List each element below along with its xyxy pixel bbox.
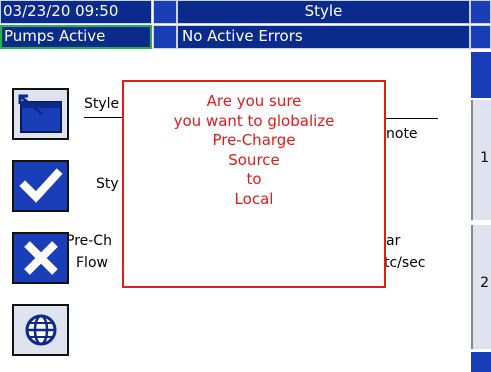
dialog-line-2: you want to globalize	[173, 111, 335, 130]
flow-label: Flow	[76, 255, 108, 271]
cancel-button[interactable]	[12, 232, 69, 284]
dialog-line-3: Pre-Charge	[212, 131, 296, 149]
soft-key-2[interactable]: 2	[471, 225, 491, 349]
style-button[interactable]	[12, 88, 69, 140]
soft-key-1-label: 1	[480, 150, 489, 166]
soft-key-2-label: 2	[480, 275, 489, 291]
x-icon	[23, 241, 58, 275]
soft-key-1[interactable]: 1	[471, 100, 491, 220]
style-field-label: Style	[84, 96, 120, 112]
right-indicator-bottom	[471, 352, 491, 372]
accept-button[interactable]	[12, 160, 69, 212]
globalize-button[interactable]	[12, 304, 69, 356]
dialog-line-6: Local	[234, 189, 274, 208]
dialog-line-5: to	[246, 170, 262, 188]
dialog-line-4: Source	[228, 150, 280, 169]
right-indicator	[471, 52, 491, 98]
style-edit-icon	[18, 94, 62, 133]
status-indicator-2	[470, 25, 491, 49]
datetime-display: 03/23/20 09:50	[0, 0, 152, 24]
header-indicator-2	[470, 0, 491, 24]
pump-status: Pumps Active	[0, 25, 152, 49]
header-indicator-1	[153, 0, 177, 24]
checkmark-icon	[18, 168, 63, 203]
screen-title: Style	[177, 0, 470, 24]
globalize-confirm-dialog: Are you sure you want to globalize Pre-C…	[122, 80, 386, 288]
style-field-label-2: Sty	[96, 176, 119, 192]
error-status: No Active Errors	[177, 25, 470, 49]
globe-icon	[25, 314, 56, 346]
ar-label: ar	[386, 233, 401, 249]
dialog-line-1: Are you sure	[206, 92, 302, 110]
style-field-underline	[84, 117, 124, 118]
note-field-underline	[386, 118, 438, 119]
units-label: tc/sec	[384, 255, 426, 271]
note-label: note	[386, 126, 418, 142]
pre-charge-label: Pre-Ch	[66, 233, 112, 249]
status-indicator-1	[153, 25, 177, 49]
